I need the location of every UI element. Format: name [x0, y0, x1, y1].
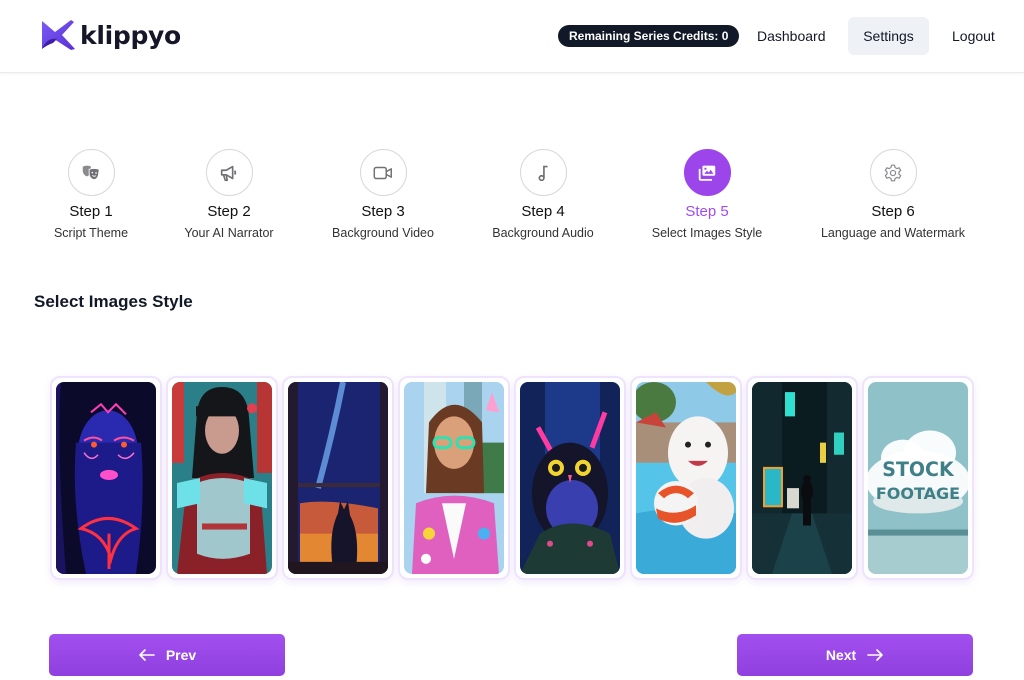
step-5[interactable]: Step 5 Select Images Style — [622, 149, 792, 241]
arrow-left-icon — [139, 649, 155, 661]
step-4[interactable]: Step 4 Background Audio — [458, 149, 628, 241]
style-card-dark-fantasy-owl-creature[interactable] — [514, 376, 626, 580]
nav-dashboard[interactable]: Dashboard — [742, 17, 841, 55]
images-icon — [698, 165, 716, 181]
step-5-circle — [683, 149, 731, 196]
style-thumbnail: STOCK FOOTAGE — [868, 382, 968, 574]
next-button[interactable]: Next — [737, 634, 973, 676]
step-6-subtitle: Language and Watermark — [820, 226, 966, 240]
step-6-title: Step 6 — [871, 203, 915, 220]
credits-badge: Remaining Series Credits: 0 — [558, 25, 740, 47]
step-2-circle — [205, 149, 253, 196]
logo[interactable]: klippyo — [41, 19, 181, 51]
step-3-subtitle: Background Video — [332, 226, 434, 240]
stock-footage-text-line2: FOOTAGE — [876, 484, 960, 503]
style-thumbnail — [636, 382, 736, 574]
style-thumbnail — [172, 382, 272, 574]
step-4-circle — [519, 149, 567, 196]
style-thumbnail — [56, 382, 156, 574]
nav-logout[interactable]: Logout — [937, 17, 1010, 55]
section-title: Select Images Style — [34, 292, 193, 311]
next-label: Next — [825, 647, 857, 663]
video-camera-icon — [373, 166, 392, 179]
step-5-subtitle: Select Images Style — [651, 226, 763, 240]
style-thumbnail — [520, 382, 620, 574]
style-thumbnail — [404, 382, 504, 574]
prev-button[interactable]: Prev — [49, 634, 285, 676]
step-2-title: Step 2 — [207, 203, 251, 220]
step-4-subtitle: Background Audio — [492, 226, 594, 240]
style-card-cinematic-neon-street[interactable] — [746, 376, 858, 580]
prev-label: Prev — [165, 647, 197, 663]
music-note-icon — [538, 165, 548, 181]
stock-footage-text-line1: STOCK — [882, 458, 955, 481]
style-card-neon-glow-portrait[interactable] — [50, 376, 162, 580]
klippyo-logo-icon — [42, 20, 75, 50]
image-style-gallery: STOCK FOOTAGE — [50, 376, 974, 580]
theater-masks-icon — [82, 165, 100, 180]
style-thumbnail — [752, 382, 852, 574]
style-card-cute-3d-seal[interactable] — [630, 376, 742, 580]
style-thumbnail — [288, 382, 388, 574]
step-1-circle — [67, 149, 115, 196]
step-6[interactable]: Step 6 Language and Watermark — [808, 149, 978, 241]
step-3[interactable]: Step 3 Background Video — [298, 149, 468, 241]
megaphone-icon — [220, 165, 237, 181]
logo-text: klippyo — [80, 20, 181, 50]
style-card-pop-art-girl[interactable] — [398, 376, 510, 580]
gear-icon — [884, 164, 902, 181]
style-card-anime-night-sky-cat[interactable] — [282, 376, 394, 580]
step-3-title: Step 3 — [361, 203, 405, 220]
step-2-subtitle: Your AI Narrator — [184, 226, 274, 240]
step-5-title: Step 5 — [685, 203, 729, 220]
step-3-circle — [359, 149, 407, 196]
style-card-cyberpunk-samurai[interactable] — [166, 376, 278, 580]
step-6-circle — [869, 149, 917, 196]
arrow-right-icon — [867, 649, 883, 661]
step-2[interactable]: Step 2 Your AI Narrator — [144, 149, 314, 241]
style-card-stock-footage[interactable]: STOCK FOOTAGE — [862, 376, 974, 580]
nav-settings[interactable]: Settings — [848, 17, 929, 55]
step-4-title: Step 4 — [521, 203, 565, 220]
top-navbar: klippyo Remaining Series Credits: 0 Dash… — [0, 0, 1024, 73]
